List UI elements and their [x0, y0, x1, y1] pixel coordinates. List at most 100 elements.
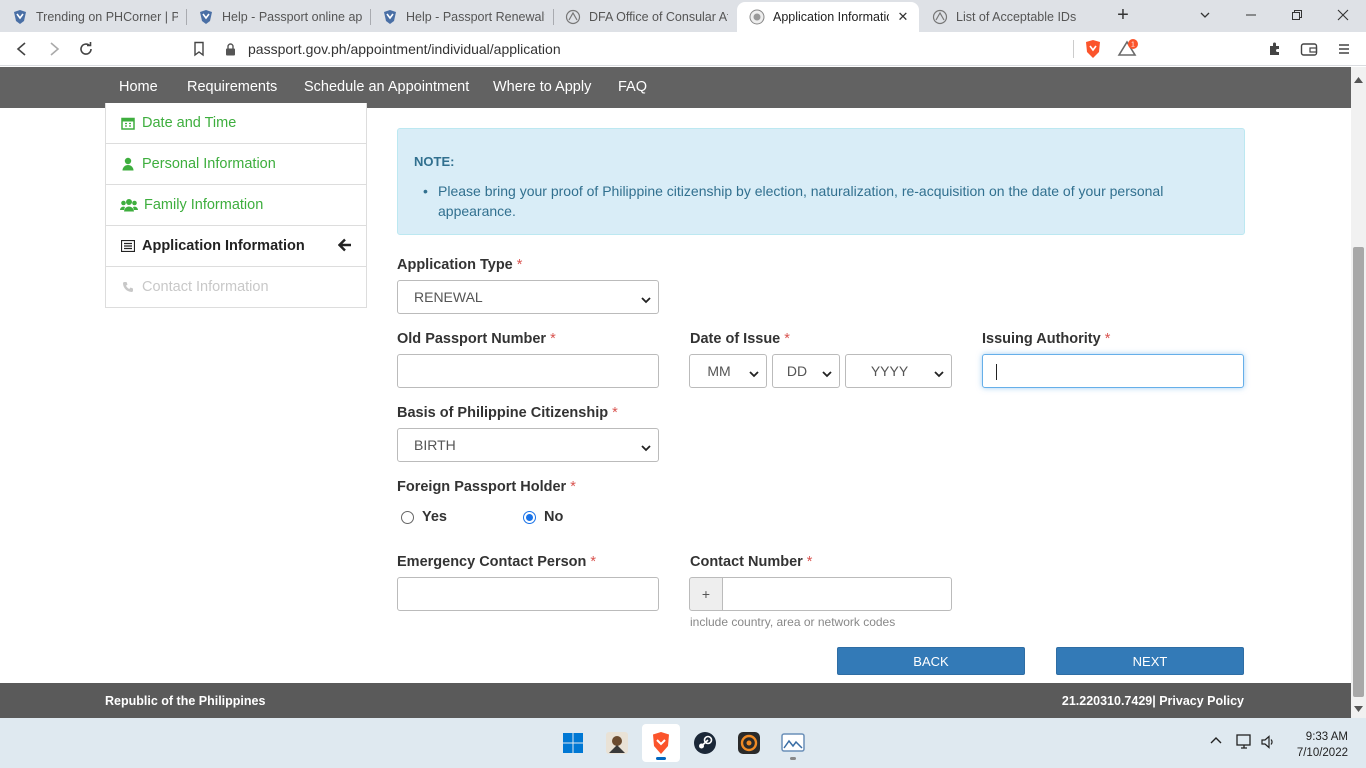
issue-year-select[interactable]: YYYY — [845, 354, 952, 388]
photos-app-icon[interactable] — [774, 724, 812, 762]
required-mark: * — [516, 257, 523, 273]
radio-circle-checked — [523, 510, 536, 524]
svg-text:1: 1 — [1131, 42, 1135, 49]
anime-app-icon[interactable] — [598, 724, 636, 762]
site-footer: Republic of the Philippines 21.220310.74… — [0, 683, 1351, 718]
step-contact-information: Contact Information — [106, 266, 366, 307]
scrollbar-thumb[interactable] — [1353, 247, 1364, 697]
chrome-back-icon[interactable] — [10, 37, 34, 61]
bullet-icon: • — [423, 183, 428, 199]
required-mark: * — [1104, 331, 1111, 347]
back-button[interactable]: BACK — [837, 647, 1025, 675]
footer-right-text[interactable]: 21.220310.7429| Privacy Policy — [1062, 694, 1244, 708]
browser-tab-active[interactable]: Application Information ✕ — [737, 2, 919, 32]
issuing-authority-input[interactable] — [982, 354, 1244, 388]
required-mark: * — [590, 554, 597, 570]
foreign-passport-label: Foreign Passport Holder * — [397, 479, 576, 495]
plus-prefix: + — [689, 577, 723, 611]
foreign-passport-no-radio[interactable]: No — [523, 509, 563, 525]
reload-icon[interactable] — [74, 37, 98, 61]
step-label: Date and Time — [142, 115, 237, 131]
menu-icon[interactable] — [1332, 37, 1356, 61]
emergency-contact-label: Emergency Contact Person * — [397, 554, 597, 570]
phone-icon — [120, 281, 136, 293]
citizenship-basis-value: BIRTH — [414, 437, 456, 453]
required-mark: * — [550, 331, 556, 347]
chevron-down-icon — [749, 366, 759, 382]
passport-favicon-icon — [749, 9, 765, 25]
page-scrollbar[interactable] — [1351, 67, 1366, 718]
brave-browser-icon[interactable] — [642, 724, 680, 762]
required-mark: * — [784, 331, 790, 347]
restore-icon[interactable] — [1274, 0, 1320, 30]
chevron-down-icon — [822, 366, 832, 382]
network-icon[interactable] — [1236, 734, 1254, 750]
obs-app-icon[interactable] — [730, 724, 768, 762]
browser-tab[interactable]: List of Acceptable IDs — [920, 2, 1103, 32]
step-application-information[interactable]: Application Information — [106, 225, 366, 266]
issuing-authority-label: Issuing Authority * — [982, 331, 1111, 347]
bookmark-icon[interactable] — [187, 37, 211, 61]
emergency-contact-input[interactable] — [397, 577, 659, 611]
nav-requirements[interactable]: Requirements — [187, 67, 277, 108]
contact-number-label: Contact Number * — [690, 554, 813, 570]
brave-shield-icon[interactable] — [1081, 37, 1105, 61]
browser-tab[interactable]: Help - Passport Renewal? | — [370, 2, 553, 32]
windows-start-icon[interactable] — [554, 724, 592, 762]
arrow-left-icon — [337, 238, 352, 256]
wallet-icon[interactable] — [1297, 37, 1321, 61]
chevron-down-icon — [934, 366, 944, 382]
running-indicator — [790, 757, 796, 760]
dfa-seal-icon — [565, 9, 581, 25]
phcorner-favicon-icon — [382, 9, 398, 25]
browser-tab[interactable]: DFA Office of Consular Affa — [553, 2, 736, 32]
user-icon — [120, 157, 136, 171]
nav-where-to-apply[interactable]: Where to Apply — [493, 67, 591, 108]
volume-icon[interactable] — [1260, 734, 1276, 750]
steam-icon[interactable] — [686, 724, 724, 762]
step-label: Application Information — [142, 238, 305, 254]
citizenship-basis-select[interactable]: BIRTH — [397, 428, 659, 462]
step-family-information[interactable]: Family Information — [106, 184, 366, 225]
issue-day-value: DD — [786, 363, 808, 379]
taskbar-clock[interactable]: 9:33 AM 7/10/2022 — [1297, 729, 1348, 761]
extensions-icon[interactable] — [1263, 37, 1287, 61]
nav-faq[interactable]: FAQ — [618, 67, 647, 108]
site-navbar: Home Requirements Schedule an Appointmen… — [0, 67, 1351, 108]
scroll-up-icon[interactable] — [1354, 70, 1363, 86]
old-passport-input[interactable] — [397, 354, 659, 388]
foreign-passport-yes-radio[interactable]: Yes — [401, 509, 447, 525]
scroll-down-icon[interactable] — [1354, 699, 1363, 715]
clock-date: 7/10/2022 — [1296, 747, 1348, 759]
show-hidden-icons-icon[interactable] — [1209, 735, 1223, 745]
brave-rewards-icon[interactable]: 1 — [1116, 37, 1140, 61]
issue-year-value: YYYY — [870, 363, 909, 379]
minimize-icon[interactable] — [1228, 0, 1274, 30]
new-tab-icon[interactable]: + — [1112, 4, 1134, 26]
step-personal-information[interactable]: Personal Information — [106, 143, 366, 184]
footer-left-text: Republic of the Philippines — [105, 694, 266, 708]
step-date-and-time[interactable]: Date and Time — [106, 103, 366, 143]
calendar-icon — [120, 116, 136, 130]
note-alert: NOTE: • Please bring your proof of Phili… — [397, 128, 1245, 235]
address-bar[interactable]: passport.gov.ph/appointment/individual/a… — [222, 35, 1074, 63]
required-mark: * — [806, 554, 813, 570]
radio-label: No — [544, 509, 564, 525]
issue-day-select[interactable]: DD — [772, 354, 840, 388]
browser-toolbar: passport.gov.ph/appointment/individual/a… — [0, 32, 1366, 66]
nav-home[interactable]: Home — [119, 67, 158, 108]
chrome-forward-icon[interactable] — [42, 37, 66, 61]
issue-month-select[interactable]: MM — [689, 354, 767, 388]
application-type-select[interactable]: RENEWAL — [397, 280, 659, 314]
contact-number-input[interactable] — [722, 577, 952, 611]
close-window-icon[interactable] — [1320, 0, 1366, 30]
nav-schedule-appointment[interactable]: Schedule an Appointment — [304, 67, 469, 108]
browser-tab[interactable]: Trending on PHCorner | Pin — [0, 2, 186, 32]
close-tab-icon[interactable]: ✕ — [895, 9, 911, 25]
browser-tab[interactable]: Help - Passport online app — [186, 2, 370, 32]
next-button[interactable]: NEXT — [1056, 647, 1244, 675]
old-passport-label: Old Passport Number * — [397, 331, 556, 347]
tab-search-icon[interactable] — [1182, 0, 1228, 30]
contact-number-help: include country, area or network codes — [690, 615, 896, 629]
application-type-label: Application Type * — [397, 257, 523, 273]
